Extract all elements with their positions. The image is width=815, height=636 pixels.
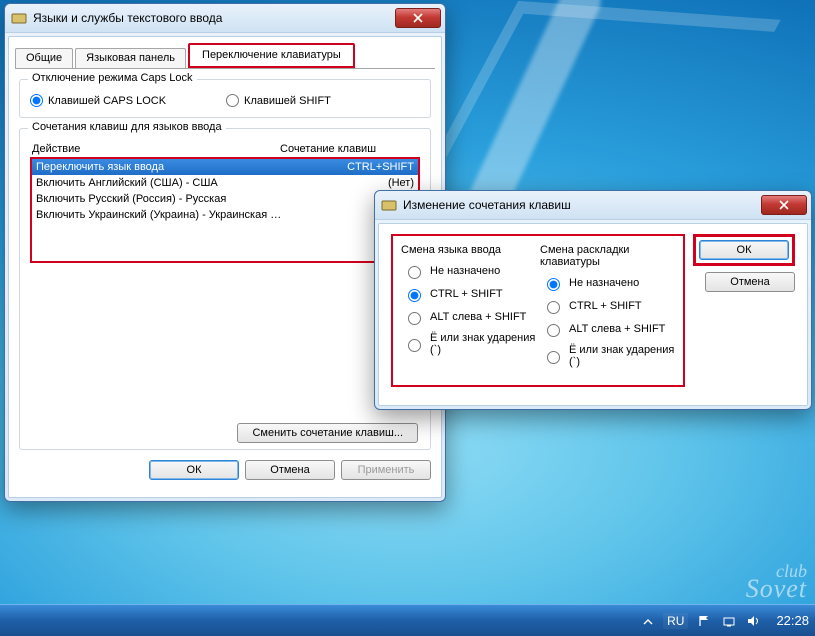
keyboard-layout-pane: Смена раскладки клавиатуры Не назначено C… bbox=[538, 242, 677, 375]
radio-option[interactable]: Ё или знак ударения (`) bbox=[542, 344, 677, 368]
desktop: Языки и службы текстового ввода Общие Яз… bbox=[0, 0, 815, 636]
pane-title: Смена языка ввода bbox=[401, 244, 538, 256]
highlighted-panes: Смена языка ввода Не назначеноCTRL + SHI… bbox=[391, 234, 685, 387]
cancel-button[interactable]: Отмена bbox=[705, 272, 795, 292]
show-hidden-icons[interactable] bbox=[643, 616, 653, 626]
group-legend: Отключение режима Caps Lock bbox=[28, 72, 197, 84]
dialog-buttons: ОК Отмена Применить bbox=[9, 460, 431, 480]
group-legend: Сочетания клавиш для языков ввода bbox=[28, 121, 226, 133]
change-hotkey-dialog: Изменение сочетания клавиш Смена языка в… bbox=[374, 190, 812, 410]
tab-keyboard-switch[interactable]: Переключение клавиатуры bbox=[188, 43, 355, 68]
keyboard-icon bbox=[11, 10, 27, 26]
col-combo: Сочетание клавиш bbox=[280, 143, 420, 155]
hotkey-group: Сочетания клавиш для языков ввода Действ… bbox=[19, 128, 431, 450]
pane-title: Смена раскладки клавиатуры bbox=[540, 244, 677, 268]
language-indicator[interactable]: RU bbox=[663, 613, 688, 629]
ok-button[interactable]: ОК bbox=[149, 460, 239, 480]
window-title: Языки и службы текстового ввода bbox=[33, 11, 391, 25]
taskbar[interactable]: RU 22:28 bbox=[0, 604, 815, 636]
tab-language-bar[interactable]: Языковая панель bbox=[75, 48, 186, 68]
list-item[interactable]: Переключить язык вводаCTRL+SHIFT bbox=[32, 159, 418, 175]
list-item[interactable]: Включить Английский (США) - США(Нет) bbox=[32, 175, 418, 191]
radio-option[interactable]: CTRL + SHIFT bbox=[542, 298, 677, 314]
radio-option[interactable]: Не назначено bbox=[542, 275, 677, 291]
network-icon[interactable] bbox=[722, 614, 736, 628]
titlebar[interactable]: Языки и службы текстового ввода bbox=[5, 4, 445, 33]
hotkey-list[interactable]: Переключить язык вводаCTRL+SHIFTВключить… bbox=[30, 157, 420, 263]
change-hotkey-button[interactable]: Сменить сочетание клавиш... bbox=[237, 423, 418, 443]
col-action: Действие bbox=[32, 143, 280, 155]
titlebar[interactable]: Изменение сочетания клавиш bbox=[375, 191, 811, 220]
clock[interactable]: 22:28 bbox=[776, 613, 809, 628]
dialog-buttons: ОК Отмена bbox=[693, 234, 795, 292]
tab-general[interactable]: Общие bbox=[15, 48, 73, 68]
apply-button[interactable]: Применить bbox=[341, 460, 431, 480]
radio-option[interactable]: CTRL + SHIFT bbox=[403, 286, 538, 302]
radio-option[interactable]: Не назначено bbox=[403, 263, 538, 279]
input-language-pane: Смена языка ввода Не назначено CTRL + SHI… bbox=[399, 242, 538, 375]
ok-button[interactable]: ОК bbox=[699, 240, 789, 260]
close-button[interactable] bbox=[761, 195, 807, 215]
list-item[interactable]: Включить Украинский (Украина) - Украинск… bbox=[32, 207, 418, 223]
list-item[interactable]: Включить Русский (Россия) - Русская(Нет) bbox=[32, 191, 418, 207]
radio-capslock-key[interactable]: Клавишей CAPS LOCK bbox=[30, 94, 166, 107]
tab-strip: Общие Языковая панель Переключение клави… bbox=[9, 37, 441, 68]
client-area: Смена языка ввода Не назначеноCTRL + SHI… bbox=[378, 223, 808, 406]
system-tray[interactable]: RU 22:28 bbox=[643, 613, 809, 629]
window-title: Изменение сочетания клавиш bbox=[403, 198, 757, 212]
cancel-button[interactable]: Отмена bbox=[245, 460, 335, 480]
capslock-group: Отключение режима Caps Lock Клавишей CAP… bbox=[19, 79, 431, 118]
close-button[interactable] bbox=[395, 8, 441, 28]
highlighted-ok: ОК bbox=[693, 234, 795, 266]
volume-icon[interactable] bbox=[746, 614, 760, 628]
keyboard-icon bbox=[381, 197, 397, 213]
radio-shift-key[interactable]: Клавишей SHIFT bbox=[226, 94, 331, 107]
radio-option[interactable]: ALT слева + SHIFT bbox=[542, 321, 677, 337]
radio-option[interactable]: Ё или знак ударения (`) bbox=[403, 332, 538, 356]
radio-option[interactable]: ALT слева + SHIFT bbox=[403, 309, 538, 325]
watermark: club Sovet bbox=[746, 562, 807, 598]
flag-icon[interactable] bbox=[698, 614, 712, 628]
